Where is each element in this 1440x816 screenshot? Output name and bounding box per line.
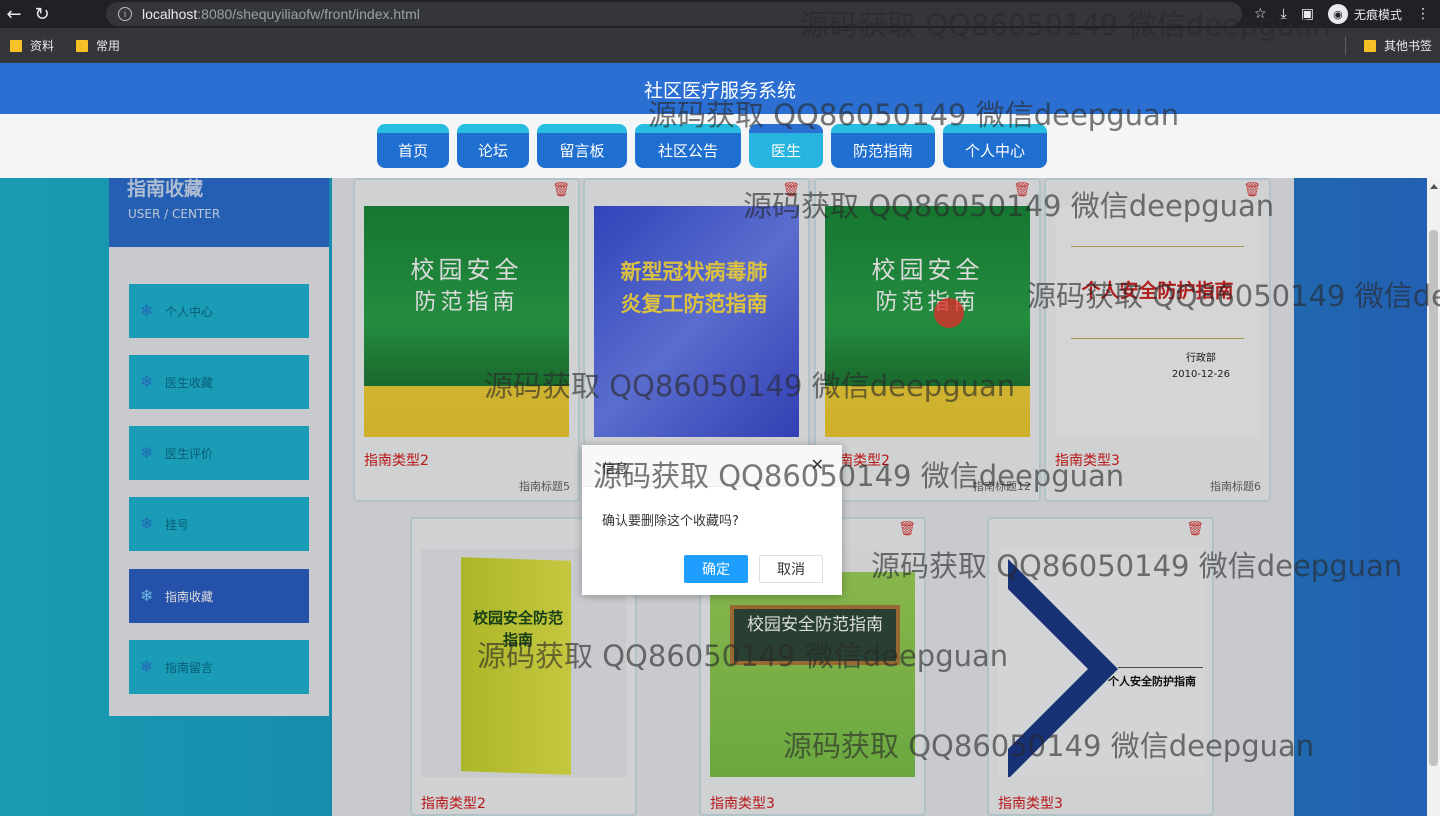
dialog-title: 信息	[602, 462, 629, 477]
folder-icon	[76, 39, 89, 52]
download-icon[interactable]: ⤓	[1281, 6, 1287, 22]
address-bar[interactable]: i localhost :8080/shequyiliaofw/front/in…	[106, 2, 1242, 26]
site-header: 社区医疗服务系统	[0, 63, 1440, 114]
nav-doctor[interactable]: 医生	[749, 124, 823, 168]
dialog-message: 确认要删除这个收藏吗?	[602, 514, 739, 529]
bookmarks-bar: 资料 常用 其他书签	[0, 28, 1440, 63]
scrollbar[interactable]	[1427, 178, 1440, 816]
nav-forum[interactable]: 论坛	[457, 124, 529, 168]
incognito-icon: ◉	[1327, 4, 1348, 24]
incognito-indicator[interactable]: ◉ 无痕模式	[1327, 4, 1402, 24]
star-icon[interactable]: ☆	[1254, 6, 1267, 22]
menu-icon[interactable]: ⋮	[1416, 6, 1430, 22]
nav-user-center[interactable]: 个人中心	[943, 124, 1047, 168]
reload-icon[interactable]: ↻	[28, 0, 56, 28]
url-host: localhost	[142, 6, 198, 22]
dialog-header: 信息 ✕	[582, 445, 842, 487]
sidepanel-icon[interactable]: ▣	[1301, 6, 1314, 22]
bookmark-folder[interactable]: 常用	[76, 37, 120, 54]
scroll-thumb[interactable]	[1429, 230, 1438, 766]
site-title: 社区医疗服务系统	[643, 80, 796, 102]
scroll-up-icon[interactable]	[1430, 184, 1438, 189]
bookmark-folder[interactable]: 资料	[10, 37, 54, 54]
nav-prevention-guide[interactable]: 防范指南	[831, 124, 935, 168]
folder-icon	[1363, 39, 1376, 52]
confirm-button[interactable]: 确定	[684, 555, 748, 583]
divider	[1344, 36, 1346, 55]
incognito-label: 无痕模式	[1353, 7, 1402, 22]
cancel-button[interactable]: 取消	[759, 555, 823, 583]
cursor-highlight	[934, 298, 964, 328]
browser-actions: ☆ ⤓ ▣ ◉ 无痕模式 ⋮	[1254, 0, 1440, 28]
info-icon[interactable]: i	[118, 7, 132, 21]
folder-icon	[10, 39, 22, 52]
nav-message-board[interactable]: 留言板	[537, 124, 627, 168]
confirm-dialog: 信息 ✕ 确认要删除这个收藏吗? 确定 取消	[582, 445, 842, 595]
other-bookmarks[interactable]: 其他书签	[1363, 37, 1432, 54]
back-icon[interactable]: ←	[0, 0, 28, 28]
nav-home[interactable]: 首页	[377, 124, 449, 168]
main-nav: 首页 论坛 留言板 社区公告 医生 防范指南 个人中心	[377, 124, 1047, 168]
nav-announcements[interactable]: 社区公告	[635, 124, 741, 168]
url-path: :8080/shequyiliaofw/front/index.html	[197, 6, 420, 22]
close-icon[interactable]: ✕	[811, 455, 824, 474]
